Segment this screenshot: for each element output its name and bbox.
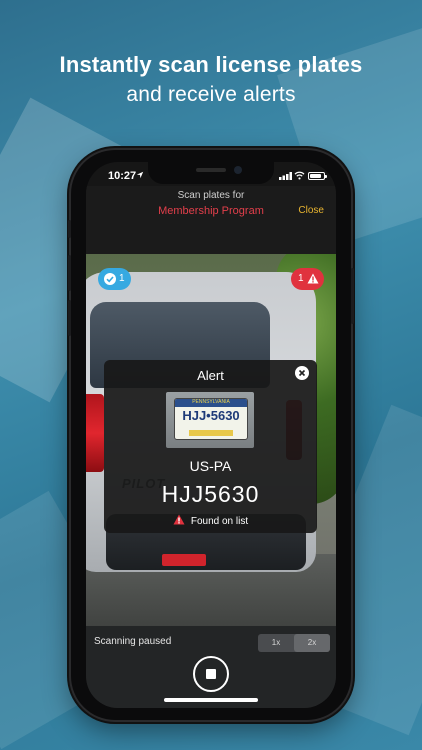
volume-down-button [68, 300, 71, 336]
promo-headline: Instantly scan license plates [59, 52, 363, 77]
wifi-icon [294, 171, 305, 180]
stop-scan-button[interactable] [193, 656, 229, 692]
notch [148, 162, 274, 184]
power-button [351, 268, 354, 324]
close-button[interactable]: Close [298, 205, 324, 216]
warning-icon [173, 514, 185, 525]
promo-subline: and receive alerts [126, 83, 296, 106]
plate-photo-number: HJJ•5630 [182, 408, 240, 423]
phone-frame: 10:27 Scan plates for Membership Program… [68, 150, 354, 720]
confirmed-count-badge[interactable]: 1 [98, 268, 131, 290]
signal-bars-icon [279, 172, 292, 180]
silent-switch [68, 220, 71, 238]
checkmark-icon [104, 273, 116, 285]
license-plate: PENNSYLVANIA HJJ•5630 [174, 398, 248, 440]
phone-screen: 10:27 Scan plates for Membership Program… [86, 162, 336, 708]
zoom-selector: 1x 2x [258, 634, 330, 652]
scanner-controls: Scanning paused 1x 2x [86, 626, 336, 708]
alert-count: 1 [298, 273, 304, 284]
alert-title: Alert [197, 368, 224, 383]
zoom-2x-option[interactable]: 2x [294, 634, 330, 652]
alert-count-badge[interactable]: 1 [291, 268, 324, 290]
plate-bottom-strip [189, 430, 233, 436]
scan-for-label: Scan plates for [177, 190, 245, 201]
alert-close-button[interactable] [295, 366, 309, 380]
battery-icon [308, 172, 327, 180]
scan-status: Scanning paused [94, 636, 172, 647]
confirmed-count: 1 [119, 273, 125, 284]
plate-photo: PENNSYLVANIA HJJ•5630 [166, 392, 254, 448]
volume-up-button [68, 255, 71, 291]
alert-dialog: Alert PENNSYLVANIA HJJ•5630 US-PA HJJ563… [104, 360, 317, 533]
home-indicator [164, 698, 258, 702]
close-icon [298, 369, 306, 377]
camera-viewfinder: PILOT 1 1 Alert [86, 254, 336, 626]
plate-region: US-PA [189, 458, 232, 474]
match-status: Found on list [104, 514, 317, 527]
warning-icon [307, 273, 319, 284]
speaker [196, 168, 226, 172]
car-tail-light [86, 394, 104, 472]
status-time: 10:27 [108, 170, 137, 182]
plate-state-banner: PENNSYLVANIA [175, 399, 247, 407]
match-status-text: Found on list [190, 516, 249, 527]
stop-icon [206, 669, 216, 679]
zoom-1x-option[interactable]: 1x [258, 634, 294, 652]
car-reflector [162, 554, 206, 566]
plate-number: HJJ5630 [161, 481, 260, 507]
location-arrow-icon [136, 171, 144, 179]
front-camera [234, 166, 242, 174]
